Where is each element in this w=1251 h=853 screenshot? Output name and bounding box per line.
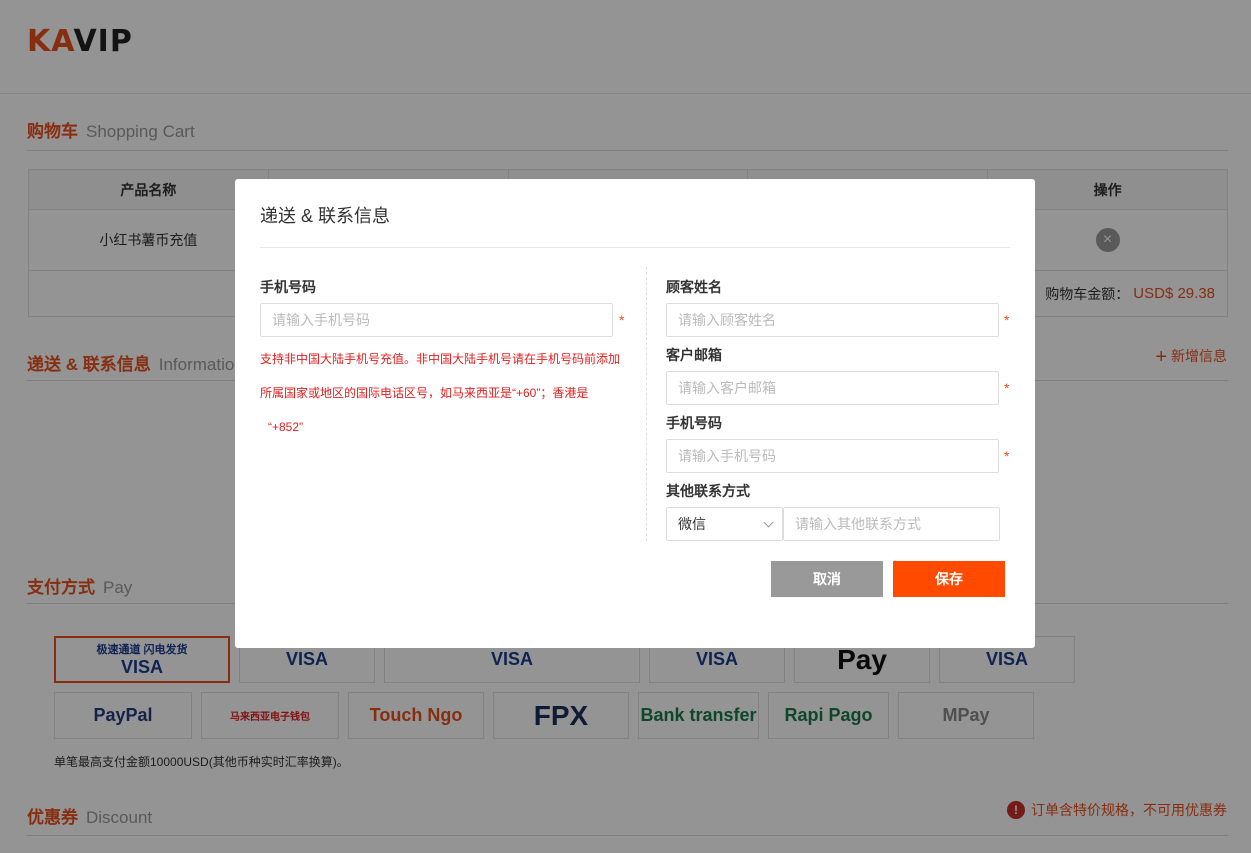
right-phone-input[interactable] <box>666 439 999 473</box>
dialog-title: 递送 & 联系信息 <box>260 206 391 226</box>
contact-type-select[interactable]: 微信 <box>666 507 783 541</box>
cancel-button[interactable]: 取消 <box>771 561 883 597</box>
chevron-down-icon <box>763 517 774 528</box>
phone-hint: 支持非中国大陆手机号充值。非中国大陆手机号请在手机号码前添加 所属国家或地区的国… <box>260 352 621 434</box>
required-mark: * <box>619 312 625 328</box>
other-contact-input[interactable] <box>783 507 1000 541</box>
dialog-divider <box>260 247 1010 248</box>
required-mark: * <box>1004 312 1010 328</box>
left-phone-label: 手机号码 <box>260 279 316 295</box>
customer-email-label: 客户邮箱 <box>666 347 722 363</box>
required-mark: * <box>1004 380 1010 396</box>
customer-name-input[interactable] <box>666 303 999 337</box>
left-phone-input[interactable] <box>260 303 613 337</box>
right-phone-label: 手机号码 <box>666 415 722 431</box>
required-mark: * <box>1004 448 1010 464</box>
save-button[interactable]: 保存 <box>893 561 1005 597</box>
column-separator <box>646 267 647 541</box>
contact-info-dialog: 递送 & 联系信息 手机号码 * 支持非中国大陆手机号充值。非中国大陆手机号请在… <box>235 179 1035 648</box>
customer-email-input[interactable] <box>666 371 999 405</box>
other-contact-label: 其他联系方式 <box>666 483 750 499</box>
customer-name-label: 顾客姓名 <box>666 279 722 295</box>
